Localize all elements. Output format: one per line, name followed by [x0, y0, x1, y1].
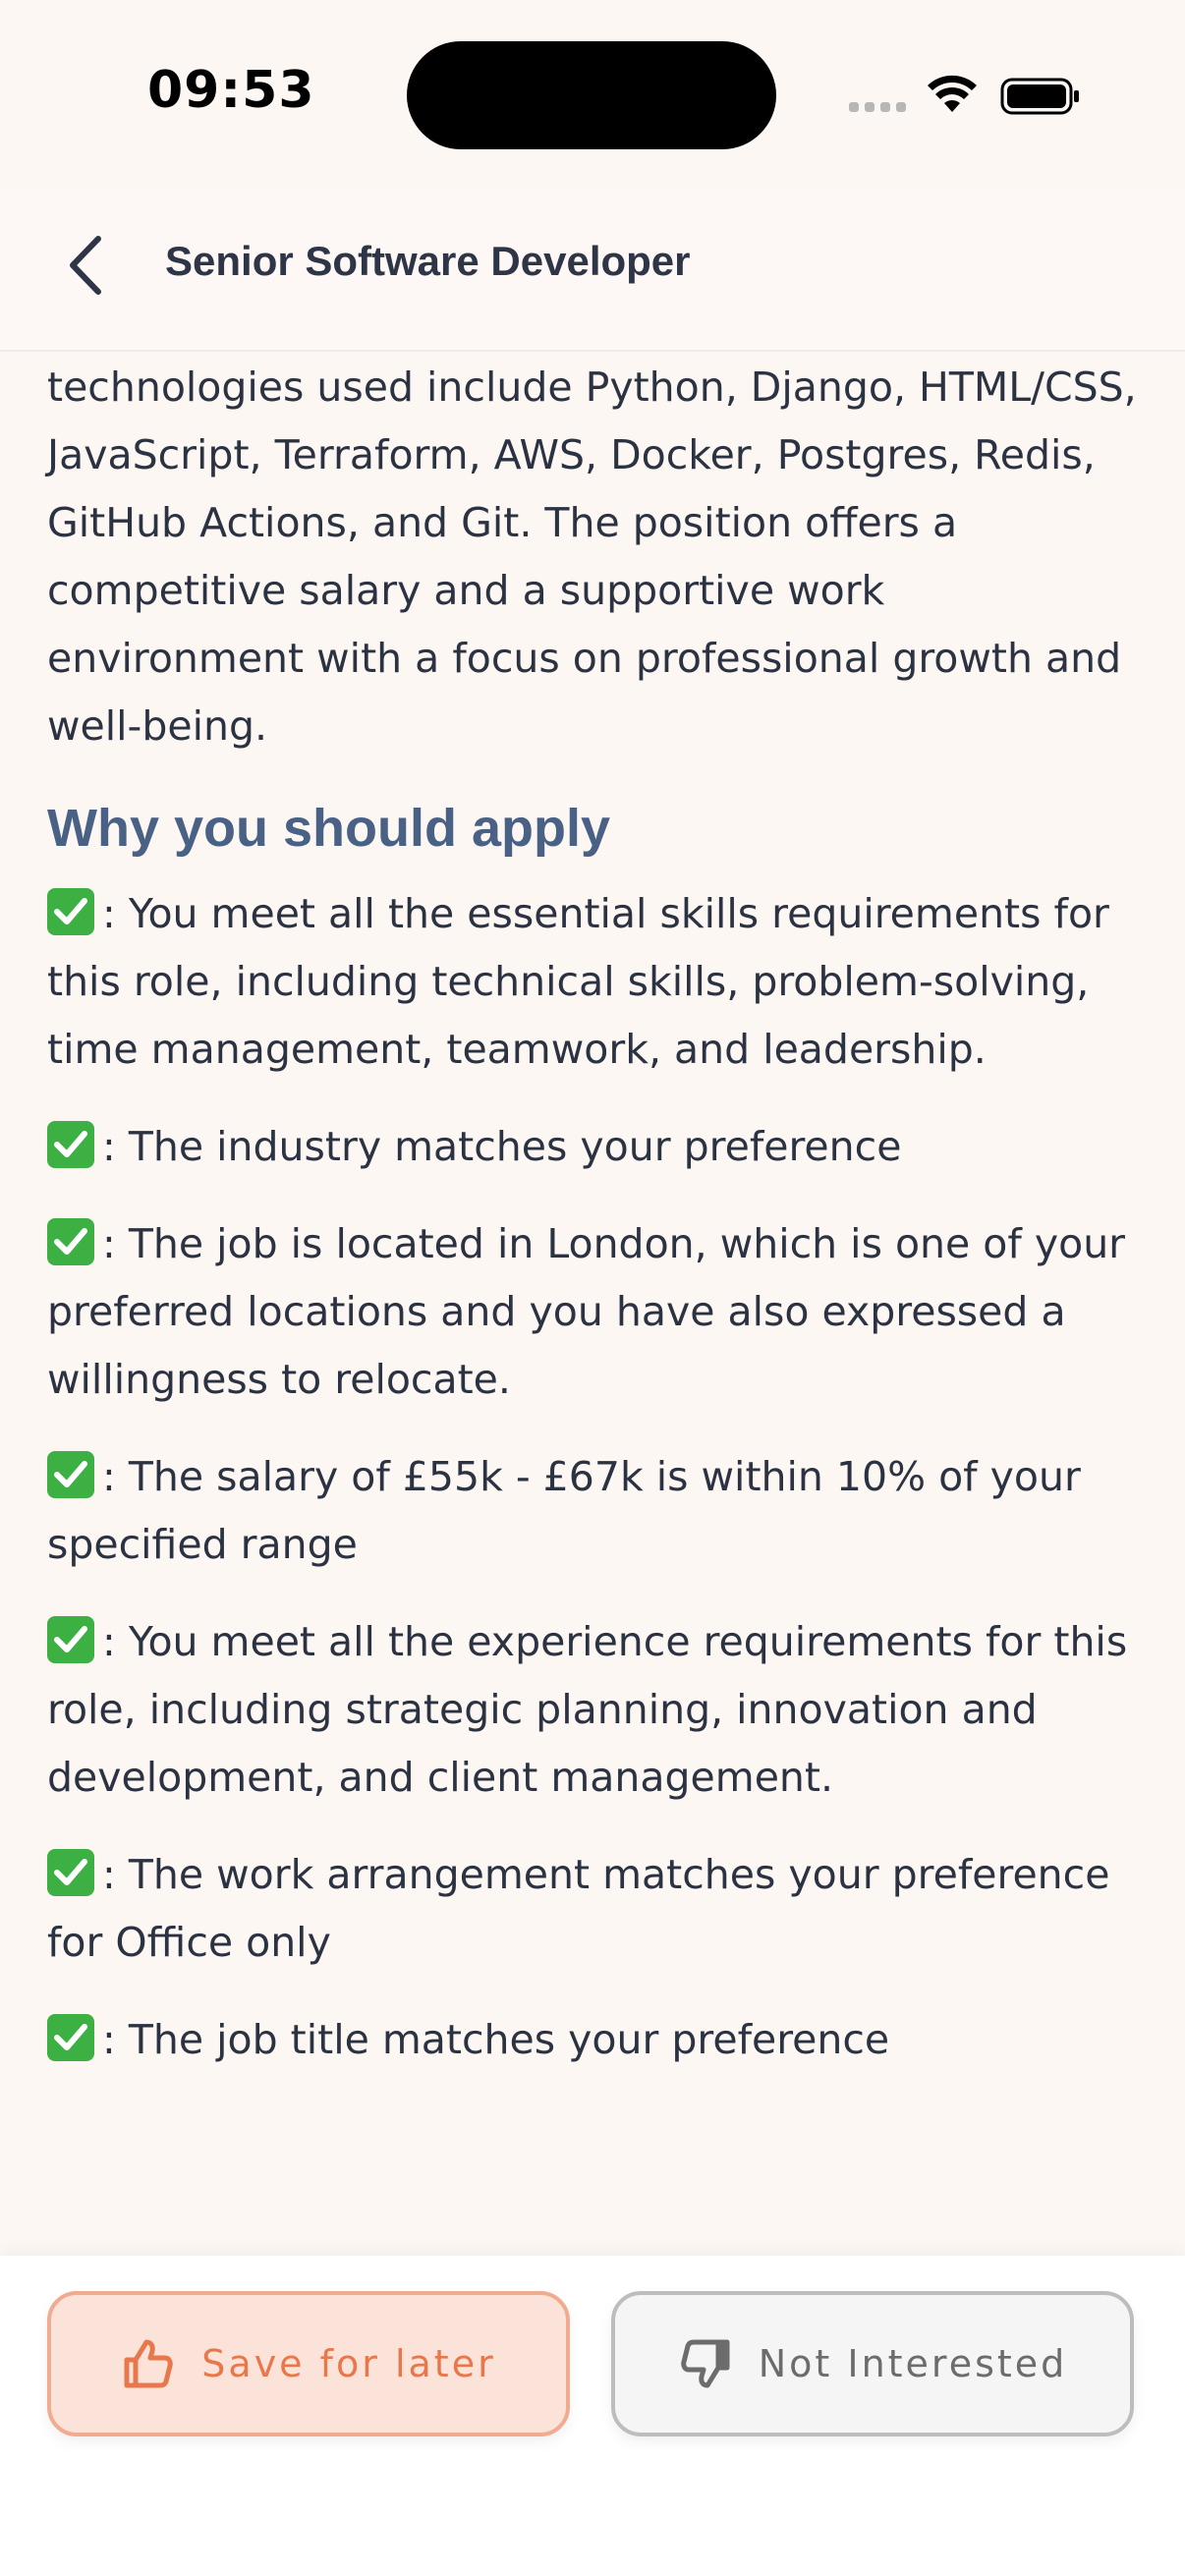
battery-icon	[1000, 78, 1079, 115]
reasons-list: : You meet all the essential skills requ…	[47, 880, 1138, 2074]
list-item: : The industry matches your preference	[47, 1113, 1138, 1181]
reason-text: : The industry matches your preference	[102, 1123, 902, 1170]
check-mark-icon	[47, 1616, 94, 1663]
job-details-content[interactable]: technologies used include Python, Django…	[47, 350, 1138, 2103]
list-item: : The work arrangement matches your pref…	[47, 1841, 1138, 1977]
dynamic-island	[407, 41, 776, 149]
check-mark-icon	[47, 2014, 94, 2061]
reason-text: : The work arrangement matches your pref…	[47, 1851, 1110, 1966]
check-mark-icon	[47, 888, 94, 935]
reason-text: : You meet all the experience requiremen…	[47, 1618, 1128, 1801]
list-item: : The job title matches your preference	[47, 2006, 1138, 2074]
status-time: 09:53	[147, 61, 315, 120]
page-title: Senior Software Developer	[165, 238, 691, 284]
save-for-later-label: Save for later	[201, 2342, 496, 2385]
reason-text: : You meet all the essential skills requ…	[47, 890, 1109, 1073]
section-heading-why-apply: Why you should apply	[47, 799, 611, 858]
list-item: : You meet all the experience requiremen…	[47, 1608, 1138, 1812]
check-mark-icon	[47, 1218, 94, 1265]
not-interested-button[interactable]: Not Interested	[611, 2291, 1134, 2436]
list-item: : The job is located in London, which is…	[47, 1210, 1138, 1414]
wifi-icon	[928, 75, 977, 112]
not-interested-label: Not Interested	[758, 2342, 1068, 2385]
status-bar: 09:53	[0, 0, 1185, 187]
action-bar: Save for later Not Interested	[0, 2256, 1185, 2576]
reason-text: : The job is located in London, which is…	[47, 1220, 1126, 1403]
cellular-signal-icon	[849, 102, 906, 112]
check-mark-icon	[47, 1849, 94, 1896]
back-button[interactable]	[51, 226, 118, 305]
save-for-later-button[interactable]: Save for later	[47, 2291, 570, 2436]
thumbs-up-icon	[124, 2339, 174, 2388]
chevron-left-icon	[70, 236, 101, 295]
reason-text: : The salary of £55k - £67k is within 10…	[47, 1453, 1081, 1568]
check-mark-icon	[47, 1121, 94, 1168]
list-item: : The salary of £55k - £67k is within 10…	[47, 1443, 1138, 1579]
reason-text: : The job title matches your preference	[102, 2016, 890, 2063]
check-mark-icon	[47, 1451, 94, 1498]
job-description-text: technologies used include Python, Django…	[47, 364, 1137, 750]
app-header: Senior Software Developer	[0, 187, 1185, 352]
thumbs-down-icon	[680, 2339, 730, 2388]
list-item: : You meet all the essential skills requ…	[47, 880, 1138, 1084]
